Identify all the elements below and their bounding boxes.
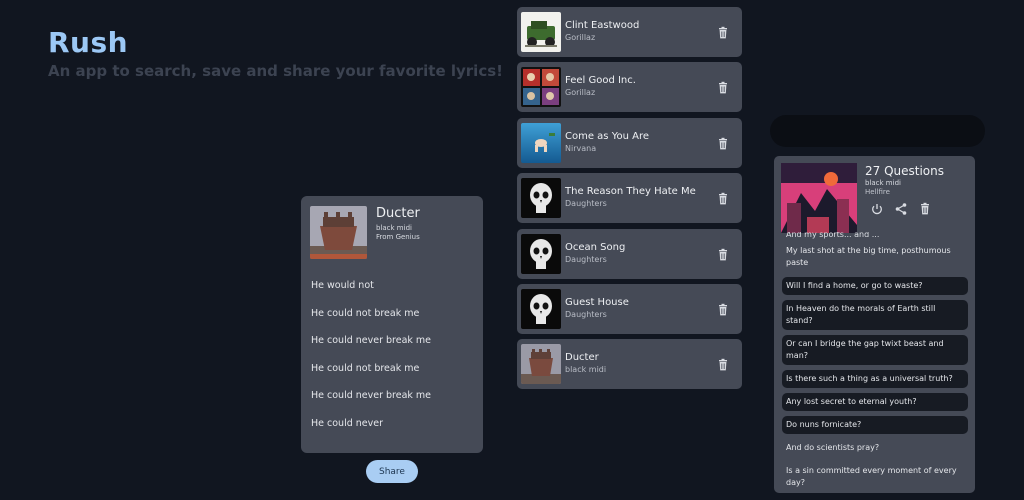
song-artist: Gorillaz [565, 88, 596, 98]
delete-icon[interactable] [716, 302, 730, 316]
delete-icon[interactable] [716, 191, 730, 205]
album-art [781, 163, 857, 233]
song-card[interactable]: Come as You Are Nirvana [517, 117, 742, 168]
song-card[interactable]: Feel Good Inc. Gorillaz [517, 62, 742, 113]
album-art [521, 67, 561, 108]
album-art [521, 122, 561, 163]
lyric-line[interactable]: And do scientists pray? [782, 439, 968, 457]
lyrics-song-title: Ducter [376, 206, 420, 221]
song-title: Feel Good Inc. [565, 75, 636, 87]
lyric-line[interactable]: He could not break me [311, 308, 476, 336]
lyric-line[interactable]: He could never [311, 418, 476, 446]
song-artist: Daughters [565, 309, 607, 319]
lyric-line[interactable]: Is a sin committed every moment of every… [782, 462, 968, 492]
album-art [521, 288, 561, 329]
lyric-line-selected[interactable]: Will I find a home, or go to waste? [782, 277, 968, 295]
detail-lyrics: And my sports... and ... My last shot at… [782, 232, 968, 493]
lyric-line[interactable]: My last shot at the big time, posthumous… [782, 242, 968, 272]
detail-song-title: 27 Questions [865, 164, 945, 178]
app-title: Rush [48, 26, 129, 59]
song-title: Ducter [565, 352, 599, 364]
detail-actions [870, 201, 932, 215]
album-art [310, 206, 367, 259]
delete-icon[interactable] [716, 247, 730, 261]
delete-icon[interactable] [918, 201, 932, 215]
lyrics-source: From Genius [376, 233, 420, 241]
delete-icon[interactable] [716, 80, 730, 94]
song-detail-panel: 27 Questions black midi Hellfire And my … [774, 156, 975, 493]
lyric-line-selected[interactable]: Do nuns fornicate? [782, 416, 968, 434]
lyric-line-selected[interactable]: Or can I bridge the gap twixt beast and … [782, 335, 968, 365]
lyric-line-selected[interactable]: Is there such a thing as a universal tru… [782, 370, 968, 388]
song-card[interactable]: The Reason They Hate Me Daughters [517, 173, 742, 224]
app-subtitle: An app to search, save and share your fa… [48, 62, 503, 80]
song-card[interactable]: Clint Eastwood Gorillaz [517, 7, 742, 57]
song-artist: Nirvana [565, 143, 597, 153]
share-icon[interactable] [894, 201, 908, 215]
saved-songs-list: Clint Eastwood Gorillaz Feel Good Inc. G… [517, 7, 742, 395]
shadow-smudge [770, 115, 985, 147]
lyric-line[interactable]: He could never break me [311, 390, 476, 418]
song-title: Guest House [565, 296, 629, 308]
lyrics-lines: He would not He could not break me He co… [311, 280, 476, 446]
lyric-line[interactable]: He could never break me [311, 335, 476, 363]
lyric-line[interactable]: He would not [311, 280, 476, 308]
lyrics-card: Ducter black midi From Genius He would n… [301, 196, 483, 453]
delete-icon[interactable] [716, 357, 730, 371]
lyric-line-selected[interactable]: In Heaven do the morals of Earth still s… [782, 300, 968, 330]
song-artist: Daughters [565, 199, 607, 209]
song-title: Ocean Song [565, 241, 626, 253]
song-title: Come as You Are [565, 130, 649, 142]
lyric-line[interactable]: He could not break me [311, 363, 476, 391]
detail-album: Hellfire [865, 188, 890, 196]
detail-artist: black midi [865, 179, 901, 187]
album-art [521, 233, 561, 274]
song-artist: black midi [565, 365, 607, 375]
song-card[interactable]: Ducter black midi [517, 339, 742, 390]
song-title: The Reason They Hate Me [565, 186, 696, 198]
delete-icon[interactable] [716, 136, 730, 150]
album-art [521, 178, 561, 219]
album-art [521, 344, 561, 385]
song-title: Clint Eastwood [565, 20, 640, 31]
song-card[interactable]: Ocean Song Daughters [517, 228, 742, 279]
album-art [521, 12, 561, 52]
share-button[interactable]: Share [366, 460, 418, 483]
lyric-line-selected[interactable]: Any lost secret to eternal youth? [782, 393, 968, 411]
delete-icon[interactable] [716, 25, 730, 39]
song-card[interactable]: Guest House Daughters [517, 283, 742, 334]
lyrics-artist: black midi [376, 224, 412, 232]
power-icon[interactable] [870, 201, 884, 215]
song-artist: Gorillaz [565, 33, 596, 42]
lyric-line-cutoff: And my sports... and ... [786, 232, 880, 239]
song-artist: Daughters [565, 254, 607, 264]
